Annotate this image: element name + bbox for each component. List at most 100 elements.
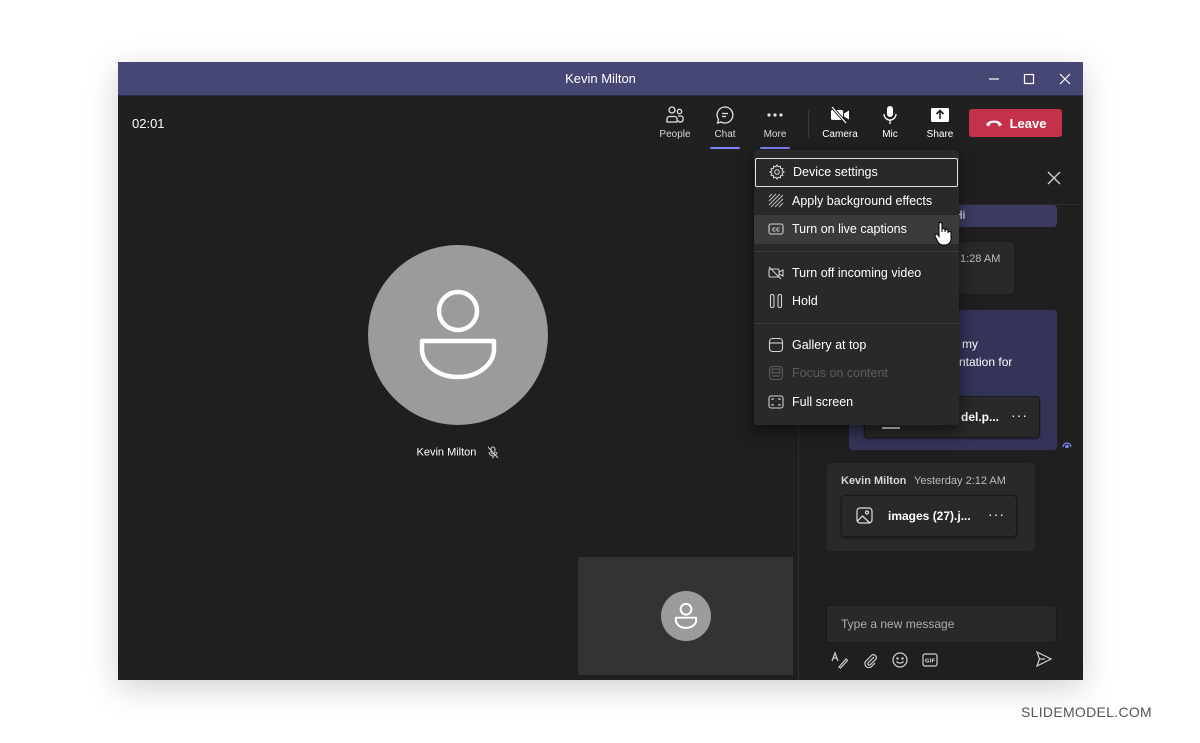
message-sender: Kevin Milton (841, 475, 907, 487)
more-label: More (763, 129, 787, 140)
mic-icon (879, 104, 901, 126)
people-label: People (659, 129, 691, 140)
message-time: 1:28 AM (960, 253, 1001, 265)
menu-item-label: Hold (792, 294, 818, 309)
participant-name-label: Kevin Milton (118, 446, 798, 459)
menu-item-incoming-video[interactable]: Turn off incoming video (754, 259, 959, 288)
emoji-icon (892, 652, 908, 668)
menu-item-label: Apply background effects (792, 193, 933, 208)
title-bar: Kevin Milton (118, 62, 1083, 96)
camera-off-icon (829, 104, 851, 126)
self-video-tile[interactable] (578, 557, 793, 675)
mic-label: Mic (882, 129, 898, 140)
chat-button[interactable]: Chat (703, 104, 747, 149)
gear-icon (769, 164, 785, 181)
message-compose-input[interactable]: Type a new message (826, 605, 1057, 643)
window-title: Kevin Milton (565, 71, 636, 86)
background-effects-icon (768, 193, 784, 209)
more-options-menu: Device settings Apply background effects… (754, 150, 959, 425)
menu-item-gallery-top[interactable]: Gallery at top (754, 331, 959, 360)
close-chat-icon[interactable] (1046, 170, 1062, 186)
gif-button[interactable]: GIF (921, 651, 939, 669)
file-name: del.p... (961, 410, 1000, 424)
minimize-button[interactable] (982, 68, 1006, 90)
participant-name: Kevin Milton (416, 446, 477, 459)
menu-item-label: Turn off incoming video (792, 265, 922, 280)
menu-item-focus-content: Focus on content (754, 359, 959, 388)
meeting-toolbar: 02:01 People Chat More Camera Mic Share … (118, 96, 1083, 150)
file-more-button[interactable]: ··· (1011, 407, 1028, 423)
menu-item-label: Device settings (793, 165, 878, 180)
minimize-icon (989, 78, 999, 80)
svg-text:CC: CC (772, 228, 780, 234)
mic-button[interactable]: Mic (868, 104, 912, 146)
gallery-top-icon (768, 337, 784, 353)
chat-icon (714, 104, 736, 126)
menu-item-device-settings[interactable]: Device settings (755, 158, 958, 187)
compose-toolbar: GIF (831, 650, 939, 670)
menu-item-label: Focus on content (792, 366, 888, 381)
leave-label: Leave (1009, 115, 1047, 131)
format-button[interactable] (831, 651, 849, 669)
more-icon (764, 104, 786, 126)
page: Kevin Milton 02:01 People Chat More Came… (0, 0, 1200, 743)
share-icon (929, 104, 951, 126)
seen-icon (1062, 442, 1072, 449)
close-window-button[interactable] (1053, 68, 1077, 90)
format-icon (831, 651, 849, 669)
menu-divider (754, 322, 959, 324)
video-stage: Kevin Milton (118, 150, 798, 680)
paperclip-icon (864, 654, 877, 668)
file-name: images (27).j... (888, 509, 971, 523)
closed-captions-icon: CC (768, 221, 784, 237)
svg-text:GIF: GIF (925, 659, 936, 665)
camera-label: Camera (822, 129, 858, 140)
watermark: SLIDEMODEL.COM (1021, 704, 1152, 720)
chat-label: Chat (714, 129, 736, 140)
toolbar-divider (808, 110, 809, 138)
menu-divider (754, 250, 959, 252)
message-text: ntation for (959, 355, 1013, 369)
video-off-icon (768, 265, 784, 281)
self-avatar (660, 591, 711, 641)
chat-message: Kevin Milton Yesterday 2:12 AM images (2… (827, 463, 1035, 551)
image-file-icon (856, 507, 873, 524)
call-timer: 02:01 (132, 116, 165, 131)
menu-item-hold[interactable]: Hold (754, 287, 959, 316)
gif-icon: GIF (922, 653, 938, 667)
camera-button[interactable]: Camera (818, 104, 862, 146)
maximize-button[interactable] (1017, 68, 1041, 90)
more-button[interactable]: More (753, 104, 797, 149)
leave-button[interactable]: Leave (969, 109, 1062, 137)
menu-item-background-effects[interactable]: Apply background effects (754, 187, 959, 216)
send-icon[interactable] (1035, 650, 1053, 668)
share-label: Share (926, 129, 954, 140)
message-text: my (962, 337, 978, 351)
emoji-button[interactable] (891, 651, 909, 669)
menu-item-label: Full screen (792, 394, 854, 409)
menu-item-live-captions[interactable]: CC Turn on live captions (754, 215, 959, 244)
menu-item-label: Turn on live captions (792, 222, 907, 237)
pause-icon (768, 293, 784, 309)
person-icon (419, 289, 497, 380)
maximize-icon (1023, 73, 1035, 85)
file-icon (882, 427, 900, 429)
mic-muted-icon (488, 446, 499, 459)
people-button[interactable]: People (653, 104, 697, 146)
file-more-button[interactable]: ··· (988, 506, 1005, 522)
close-icon (1059, 73, 1071, 85)
focus-content-icon (768, 365, 784, 381)
person-icon (674, 603, 697, 629)
share-button[interactable]: Share (918, 104, 962, 146)
fullscreen-icon (768, 394, 784, 410)
phone-hangup-icon (985, 120, 1002, 127)
chat-active-indicator (710, 147, 740, 149)
menu-item-label: Gallery at top (792, 337, 867, 352)
participant-avatar (368, 245, 548, 425)
menu-item-full-screen[interactable]: Full screen (754, 388, 959, 417)
message-time: Yesterday 2:12 AM (914, 475, 1006, 487)
file-attachment[interactable]: images (27).j... ··· (841, 495, 1017, 537)
more-active-indicator (760, 147, 790, 149)
people-icon (664, 104, 686, 126)
attach-button[interactable] (861, 651, 879, 669)
